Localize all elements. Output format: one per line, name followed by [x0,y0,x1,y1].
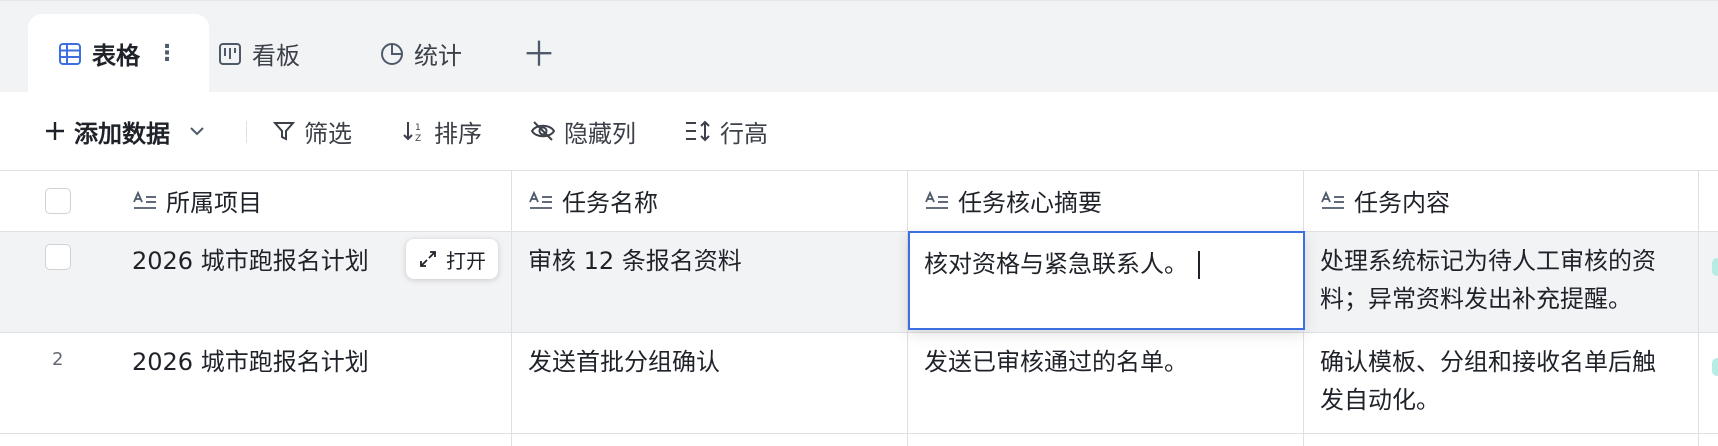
tab-statistics[interactable]: 统计 [380,14,462,93]
expand-icon [418,249,438,269]
column-header-label: 任务核心摘要 [958,189,1102,217]
row-height-button[interactable]: 行高 [684,114,768,148]
data-table: 所属项目 任务名称 任务核心摘要 任务内容 2026 城市跑报名计划 打开 审核… [0,170,1718,446]
column-header-project[interactable]: 所属项目 [132,183,262,218]
toolbar: 添加数据 筛选 1Z 排序 隐藏列 行高 [0,92,1718,170]
cell-editor-text[interactable]: 核对资格与紧急联系人。 [924,245,1200,283]
column-header-label: 任务内容 [1354,189,1450,217]
cell-content-line: 确认模板、分组和接收名单后触 [1320,348,1656,376]
tab-table[interactable]: 表格 ⋮ [28,14,209,93]
sort-button[interactable]: 1Z 排序 [402,114,482,148]
sort-label: 排序 [434,119,482,148]
open-label: 打开 [446,248,486,273]
table-icon [58,42,82,66]
cell-content-line: 料；异常资料发出补充提醒。 [1320,285,1632,313]
next-column-tag [1712,258,1718,276]
row-height-icon [684,119,712,143]
filter-label: 筛选 [304,119,352,148]
filter-button[interactable]: 筛选 [272,114,352,148]
column-header-summary[interactable]: 任务核心摘要 [924,183,1102,218]
eye-off-icon [530,119,556,143]
cell-editor-value: 核对资格与紧急联系人。 [924,250,1188,278]
hide-columns-label: 隐藏列 [564,119,636,148]
cell-content[interactable]: 处理系统标记为待人工审核的资 料；异常资料发出补充提醒。 [1320,242,1656,318]
table-header-row: 所属项目 任务名称 任务核心摘要 任务内容 [0,170,1718,232]
add-data-button[interactable]: 添加数据 [44,114,206,148]
cell-content-line: 发自动化。 [1320,386,1440,414]
view-tabbar: 表格 ⋮ 看板 统计 ＋ [0,0,1718,93]
editing-cell-summary[interactable]: 核对资格与紧急联系人。 [908,231,1305,330]
text-field-icon [1320,190,1346,212]
pie-chart-icon [380,42,404,66]
cell-summary[interactable]: 发送已审核通过的名单。 [924,343,1188,381]
toolbar-divider [246,121,247,143]
cell-project[interactable]: 2026 城市跑报名计划 [132,343,369,381]
svg-text:1: 1 [415,123,421,133]
column-header-label: 所属项目 [166,189,262,217]
next-column-tag [1712,358,1718,376]
cell-task-name[interactable]: 审核 12 条报名资料 [528,242,742,280]
text-field-icon [924,190,950,212]
sort-icon: 1Z [402,119,426,143]
select-all-checkbox[interactable] [45,188,71,214]
chevron-down-icon[interactable] [188,122,206,140]
row-number: 2 [52,349,64,370]
plus-icon [44,120,66,142]
column-header-content[interactable]: 任务内容 [1320,183,1450,218]
text-caret [1198,251,1200,279]
hide-columns-button[interactable]: 隐藏列 [530,114,636,148]
row-height-label: 行高 [720,119,768,148]
row-checkbox[interactable] [45,244,71,270]
column-divider[interactable] [511,170,512,446]
open-record-button[interactable]: 打开 [406,239,498,279]
add-view-icon[interactable]: ＋ [522,27,556,76]
svg-text:Z: Z [415,134,421,143]
text-field-icon [132,190,158,212]
column-header-task-name[interactable]: 任务名称 [528,183,658,218]
column-header-label: 任务名称 [562,189,658,217]
kanban-icon [218,42,242,66]
column-divider[interactable] [1698,170,1699,446]
table-row[interactable]: 2 2026 城市跑报名计划 发送首批分组确认 发送已审核通过的名单。 确认模板… [0,333,1718,434]
text-field-icon [528,190,554,212]
filter-icon [272,119,296,143]
tab-label: 统计 [414,42,462,70]
table-row[interactable] [0,434,1718,446]
tab-kanban[interactable]: 看板 [218,14,300,93]
cell-project[interactable]: 2026 城市跑报名计划 [132,242,369,280]
table-row[interactable]: 2026 城市跑报名计划 打开 审核 12 条报名资料 处理系统标记为待人工审核… [0,232,1718,333]
cell-content-line: 处理系统标记为待人工审核的资 [1320,247,1656,275]
add-data-label: 添加数据 [74,119,170,148]
cell-content[interactable]: 确认模板、分组和接收名单后触 发自动化。 [1320,343,1656,419]
tab-label: 表格 [92,42,140,70]
cell-task-name[interactable]: 发送首批分组确认 [528,343,720,381]
more-vertical-icon[interactable]: ⋮ [156,41,178,66]
tab-label: 看板 [252,42,300,70]
